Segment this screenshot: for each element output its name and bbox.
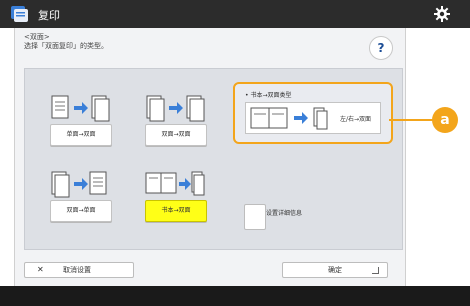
cancel-settings-label: 取消设置 bbox=[63, 266, 91, 274]
detail-value: 左/右→双面 bbox=[340, 116, 372, 123]
option-book-to-two-sided-button[interactable]: 书本→双面 bbox=[145, 200, 207, 222]
detail-settings-label: 设置详细信息 bbox=[266, 210, 303, 217]
gear-icon[interactable] bbox=[434, 6, 450, 22]
callout-line bbox=[389, 119, 433, 121]
cancel-settings-button[interactable]: ✕ 取消设置 bbox=[24, 262, 134, 278]
option-two-sided-to-one-sided-button[interactable]: 双面→单面 bbox=[50, 200, 112, 222]
two-sided-to-two-sided-icon bbox=[146, 95, 205, 122]
option-one-sided-to-two-sided-button[interactable]: 单面→双面 bbox=[50, 124, 112, 146]
help-button[interactable]: ? bbox=[369, 36, 393, 60]
ok-button[interactable]: 确定 bbox=[282, 262, 388, 278]
book-to-two-sided-detail-icon bbox=[250, 107, 328, 130]
two-sided-to-one-sided-icon bbox=[51, 171, 107, 198]
book-type-detail-box: • 书本→双面类型 左/右→双面 bbox=[233, 82, 393, 144]
heading-line-1: <双面> bbox=[24, 33, 50, 41]
one-sided-to-two-sided-icon bbox=[51, 95, 110, 122]
title-bar: 复印 bbox=[0, 0, 470, 28]
close-icon: ✕ bbox=[37, 265, 44, 274]
callout-marker: a bbox=[432, 107, 458, 133]
book-type-selector[interactable]: 左/右→双面 bbox=[245, 102, 381, 134]
window-title: 复印 bbox=[38, 9, 60, 22]
heading-line-2: 选择「双面复印」的类型。 bbox=[24, 42, 108, 50]
book-to-two-sided-icon bbox=[145, 171, 205, 196]
page-heading: <双面> 选择「双面复印」的类型。 bbox=[24, 33, 108, 51]
detail-title: • 书本→双面类型 bbox=[245, 92, 292, 99]
detail-settings-button[interactable] bbox=[244, 204, 266, 230]
copy-app-icon bbox=[11, 6, 28, 22]
corner-mark-icon bbox=[372, 267, 379, 274]
bottom-bar bbox=[0, 286, 470, 306]
option-two-sided-to-two-sided-button[interactable]: 双面→双面 bbox=[145, 124, 207, 146]
